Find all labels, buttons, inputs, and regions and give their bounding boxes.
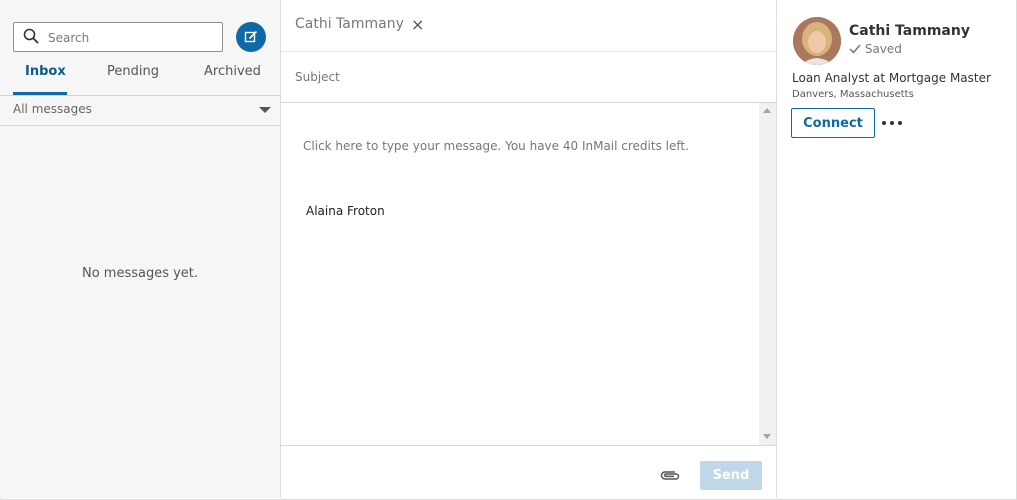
recipient-name: Cathi Tammany xyxy=(295,16,404,32)
divider xyxy=(281,51,776,52)
dot xyxy=(898,121,902,125)
search-input[interactable] xyxy=(46,24,220,51)
check-icon xyxy=(849,44,861,54)
chevron-down-icon xyxy=(259,107,271,113)
dot xyxy=(882,121,886,125)
compose-icon xyxy=(244,30,258,43)
send-button[interactable]: Send xyxy=(700,461,762,490)
search-icon xyxy=(23,28,39,44)
message-body-editor[interactable]: Click here to type your message. You hav… xyxy=(281,103,759,445)
profile-location: Danvers, Massachusetts xyxy=(792,89,914,100)
connect-button[interactable]: Connect xyxy=(791,108,875,138)
compose-panel: Cathi Tammany × Click here to type your … xyxy=(281,0,776,498)
message-body-scrollbar[interactable] xyxy=(759,103,776,445)
saved-label: Saved xyxy=(864,42,902,56)
remove-recipient-icon[interactable]: × xyxy=(411,15,424,34)
dot xyxy=(890,121,894,125)
search-box[interactable] xyxy=(13,22,223,52)
avatar[interactable] xyxy=(793,17,841,65)
paperclip-icon[interactable] xyxy=(659,468,681,482)
tab-pending[interactable]: Pending xyxy=(107,64,159,79)
divider xyxy=(281,445,776,446)
signature-text: Alaina Froton xyxy=(306,204,385,218)
filter-label: All messages xyxy=(13,102,92,116)
tab-inbox[interactable]: Inbox xyxy=(25,64,66,79)
scroll-down-arrow-icon[interactable] xyxy=(763,434,771,439)
messages-sidebar: Inbox Pending Archived All messages No m… xyxy=(0,0,281,498)
tab-archived[interactable]: Archived xyxy=(204,64,261,79)
profile-headline: Loan Analyst at Mortgage Master xyxy=(792,71,991,85)
profile-panel: Cathi Tammany Saved Loan Analyst at Mort… xyxy=(776,0,1016,498)
scroll-up-arrow-icon[interactable] xyxy=(763,108,771,113)
profile-name[interactable]: Cathi Tammany xyxy=(849,23,970,39)
message-tabs: Inbox Pending Archived xyxy=(0,56,280,96)
subject-input[interactable] xyxy=(293,62,767,92)
message-body-placeholder: Click here to type your message. You hav… xyxy=(303,139,689,153)
saved-status: Saved xyxy=(849,42,902,56)
empty-state-message: No messages yet. xyxy=(81,266,199,281)
message-filter-dropdown[interactable]: All messages xyxy=(0,95,280,126)
more-icon[interactable] xyxy=(882,116,904,130)
compose-button[interactable] xyxy=(236,22,266,52)
